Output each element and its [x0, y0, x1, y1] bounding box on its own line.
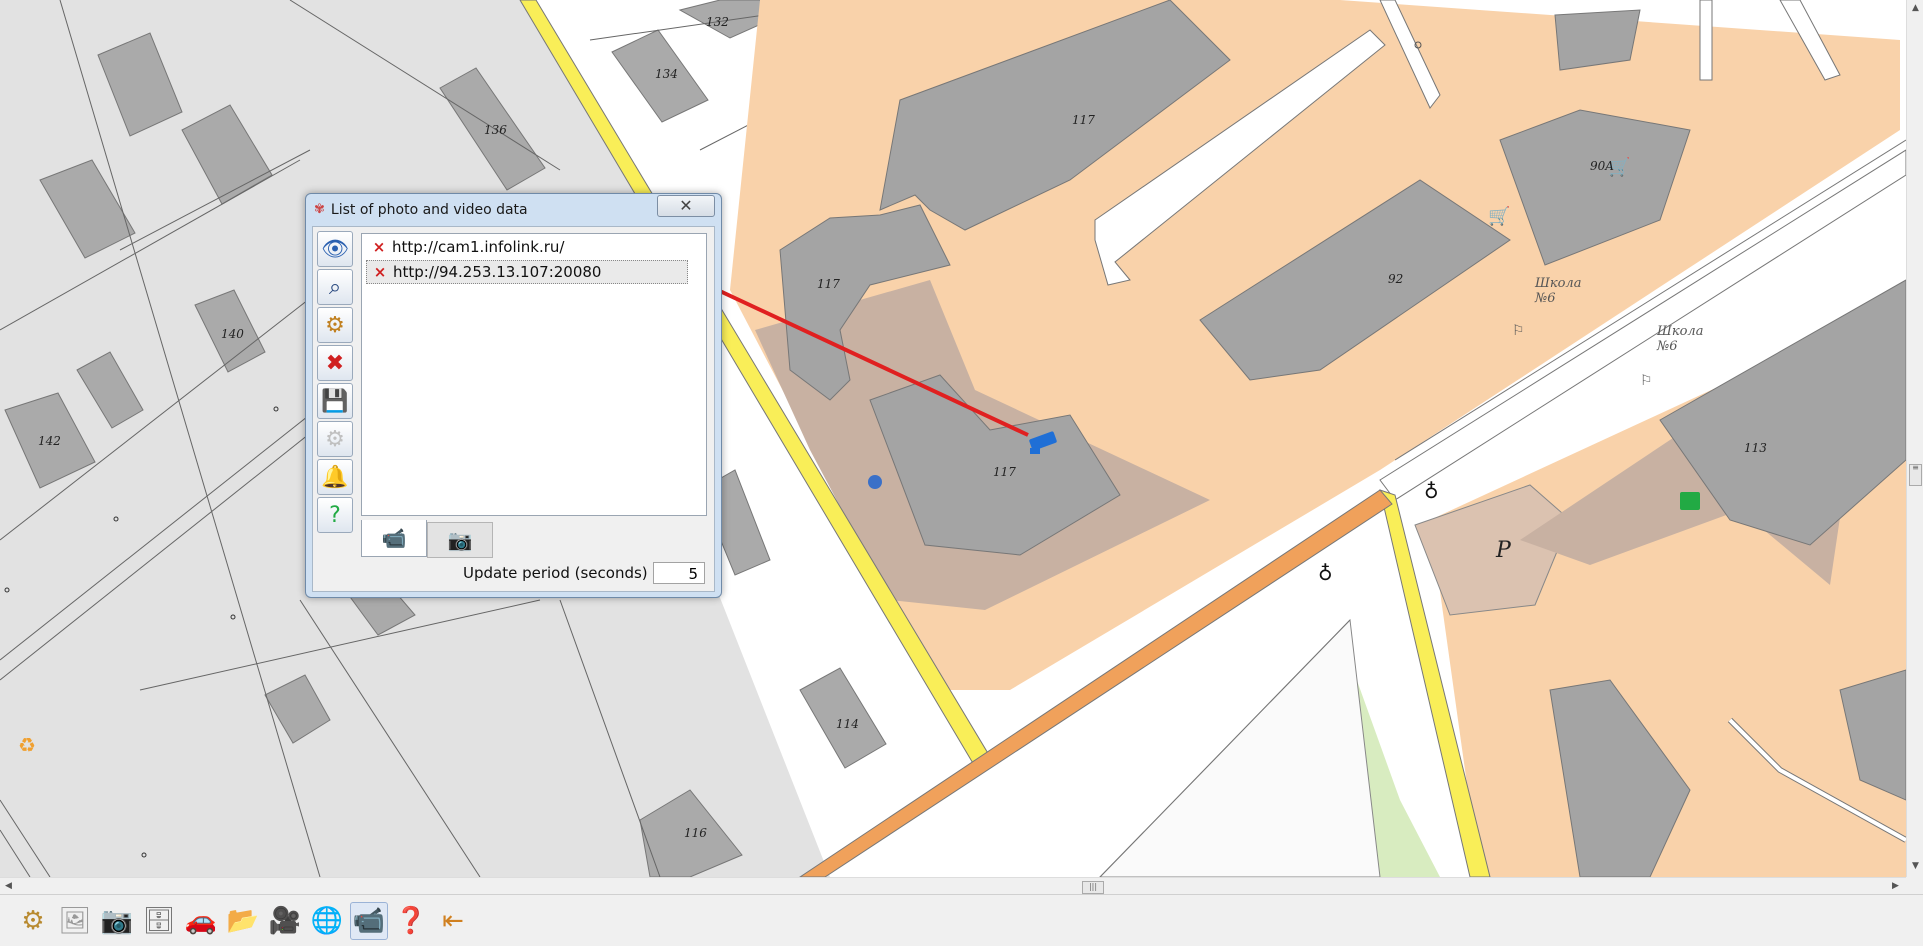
- house-number: 117: [1072, 113, 1095, 127]
- exit-icon[interactable]: ⇤: [434, 902, 472, 940]
- house-number: 134: [655, 67, 678, 81]
- url-list[interactable]: × http://cam1.infolink.ru/ × http://94.2…: [361, 233, 707, 516]
- list-item-selected[interactable]: × http://94.253.13.107:20080: [366, 260, 688, 284]
- scroll-thumb-v[interactable]: ≡: [1909, 464, 1922, 486]
- house-number: 117: [993, 465, 1016, 479]
- save-icon[interactable]: 💾: [317, 383, 353, 419]
- house-number: 90A: [1590, 159, 1614, 173]
- map-canvas: ⚐ ⚐ ♁ ♁ ♻ 🛒 🛒: [0, 0, 1908, 877]
- dialog-title-bar[interactable]: ✾ List of photo and video data: [314, 200, 528, 220]
- video-camera-icon: 📹: [381, 526, 407, 550]
- house-number: 92: [1388, 272, 1404, 286]
- remove-icon[interactable]: ×: [366, 238, 392, 256]
- horizontal-scrollbar[interactable]: ◀ ||| ▶: [0, 877, 1906, 895]
- house-number: 142: [38, 434, 61, 448]
- house-number: 114: [836, 717, 859, 731]
- delete-icon[interactable]: ✖: [317, 345, 353, 381]
- tab-photo-camera[interactable]: 📷: [427, 522, 493, 558]
- dialog-title: List of photo and video data: [330, 202, 528, 218]
- list-item[interactable]: × http://cam1.infolink.ru/: [366, 236, 688, 258]
- bottom-toolbar: ⚙ 🖼 📷 🗄 🚗 📂 🎥 🌐 📹 ❓ ⇤: [0, 894, 1923, 946]
- house-number: 132: [706, 15, 729, 29]
- house-number: 117: [817, 277, 840, 291]
- photo-folder-icon[interactable]: 🖼: [56, 902, 94, 940]
- road-car-icon[interactable]: 🚗: [182, 902, 220, 940]
- house-number: 113: [1744, 441, 1767, 455]
- period-label: Update period (seconds): [463, 564, 648, 582]
- scroll-left-icon[interactable]: ◀: [0, 878, 17, 895]
- remove-icon[interactable]: ×: [367, 263, 393, 281]
- scroll-down-icon[interactable]: ▼: [1907, 858, 1923, 875]
- cameras-icon[interactable]: 📷: [98, 902, 136, 940]
- url-text: http://cam1.infolink.ru/: [392, 238, 565, 256]
- house-number: 136: [484, 123, 507, 137]
- parking-label: P: [1496, 538, 1511, 563]
- house-number: 140: [221, 327, 244, 341]
- period-input[interactable]: 5: [653, 562, 705, 584]
- svg-text:♻: ♻: [18, 733, 36, 757]
- alarm-bell-icon[interactable]: 🔔: [317, 459, 353, 495]
- svg-text:🛒: 🛒: [1488, 205, 1510, 227]
- app-icon: ✾: [314, 202, 325, 217]
- svg-text:⚐: ⚐: [1512, 323, 1525, 339]
- tab-video-camera[interactable]: 📹: [361, 520, 427, 557]
- camera-list-icon[interactable]: 🎥: [266, 902, 304, 940]
- help-icon[interactable]: ❓: [392, 902, 430, 940]
- scroll-up-icon[interactable]: ▲: [1907, 0, 1923, 17]
- binoculars-icon[interactable]: ⌕: [317, 269, 353, 305]
- photo-video-dialog: ✾ List of photo and video data ✕ 👁 ⌕ ⚙ ✖…: [305, 193, 722, 598]
- url-text: http://94.253.13.107:20080: [393, 263, 602, 281]
- help-icon[interactable]: ?: [317, 497, 353, 533]
- camera-settings-icon[interactable]: ⚙: [317, 307, 353, 343]
- svg-text:♁: ♁: [1318, 561, 1333, 585]
- close-button[interactable]: ✕: [657, 195, 715, 217]
- video-camera-active-icon[interactable]: 📹: [350, 902, 388, 940]
- svg-text:⚐: ⚐: [1640, 373, 1653, 389]
- scroll-thumb-h[interactable]: |||: [1082, 881, 1104, 894]
- school-label: Школа №6: [1657, 324, 1704, 354]
- globe-camera-icon[interactable]: 🌐: [308, 902, 346, 940]
- scroll-right-icon[interactable]: ▶: [1887, 878, 1904, 895]
- school-label: Школа №6: [1535, 276, 1582, 306]
- view-icon[interactable]: 👁: [317, 231, 353, 267]
- map-view[interactable]: ⚐ ⚐ ♁ ♁ ♻ 🛒 🛒 132 134 136 140 142 114 11…: [0, 0, 1923, 877]
- svg-text:♁: ♁: [1424, 479, 1439, 503]
- photo-camera-icon: 📷: [447, 528, 473, 552]
- dialog-body: 👁 ⌕ ⚙ ✖ 💾 ⚙ 🔔 ? × http://cam1.infolink.r…: [312, 226, 715, 592]
- vertical-scrollbar[interactable]: ▲ ≡ ▼: [1906, 0, 1923, 877]
- house-number: 116: [684, 826, 707, 840]
- settings-disabled-icon[interactable]: ⚙: [317, 421, 353, 457]
- folder-refresh-icon[interactable]: 📂: [224, 902, 262, 940]
- database-icon[interactable]: 🗄: [140, 902, 178, 940]
- settings-gear-icon[interactable]: ⚙: [14, 902, 52, 940]
